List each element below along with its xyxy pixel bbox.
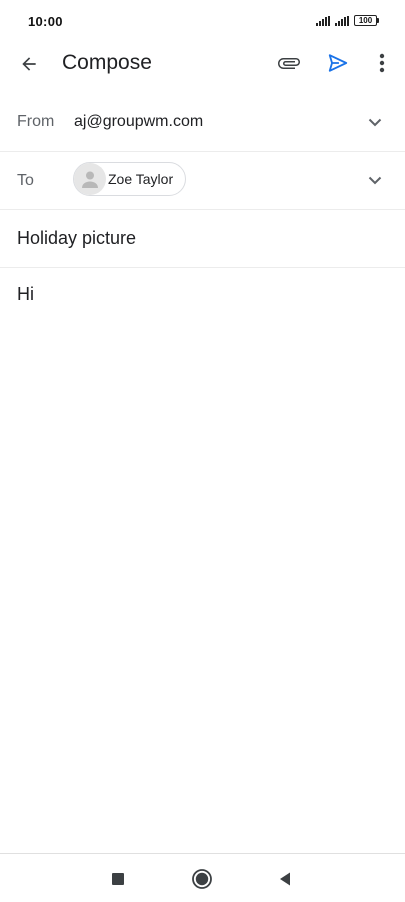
status-bar: 10:00 100: [0, 0, 405, 44]
subject-field[interactable]: Holiday picture: [17, 228, 136, 249]
from-label: From: [17, 113, 55, 130]
nav-back-button[interactable]: [272, 866, 298, 892]
to-expand-button[interactable]: [363, 168, 387, 192]
recipient-name: Zoe Taylor: [108, 171, 174, 187]
recents-square-icon: [112, 873, 124, 885]
send-icon: [328, 54, 348, 72]
from-row: From aj@groupwm.com: [0, 94, 405, 152]
avatar: [74, 163, 106, 195]
more-options-button[interactable]: [370, 48, 394, 78]
more-vert-icon: [379, 53, 385, 73]
system-nav-bar: [0, 853, 405, 902]
home-button[interactable]: [189, 866, 215, 892]
recents-button[interactable]: [105, 866, 131, 892]
home-circle-icon: [192, 869, 212, 889]
chevron-down-icon: [368, 176, 382, 184]
message-body[interactable]: Hi: [17, 284, 34, 305]
to-label: To: [17, 172, 34, 189]
arrow-back-icon: [22, 57, 36, 71]
back-triangle-icon: [280, 872, 290, 886]
chevron-down-icon: [368, 118, 382, 126]
recipient-chip[interactable]: Zoe Taylor: [73, 162, 187, 196]
person-icon: [82, 171, 98, 188]
battery-level: 100: [354, 15, 377, 26]
signal-icon: [335, 15, 349, 26]
signal-icon: [316, 15, 330, 26]
app-bar: Compose: [0, 40, 405, 86]
paperclip-icon: [278, 58, 300, 69]
status-icons: 100: [316, 15, 379, 26]
battery-icon: 100: [354, 15, 379, 26]
back-button[interactable]: [14, 49, 44, 79]
to-row: To Zoe Taylor: [0, 152, 405, 210]
from-expand-button[interactable]: [363, 110, 387, 134]
subject-row: Holiday picture: [0, 210, 405, 268]
from-value[interactable]: aj@groupwm.com: [74, 113, 203, 131]
status-time: 10:00: [28, 14, 63, 29]
send-button[interactable]: [323, 48, 353, 78]
attach-button[interactable]: [274, 48, 304, 78]
page-title: Compose: [62, 51, 152, 74]
